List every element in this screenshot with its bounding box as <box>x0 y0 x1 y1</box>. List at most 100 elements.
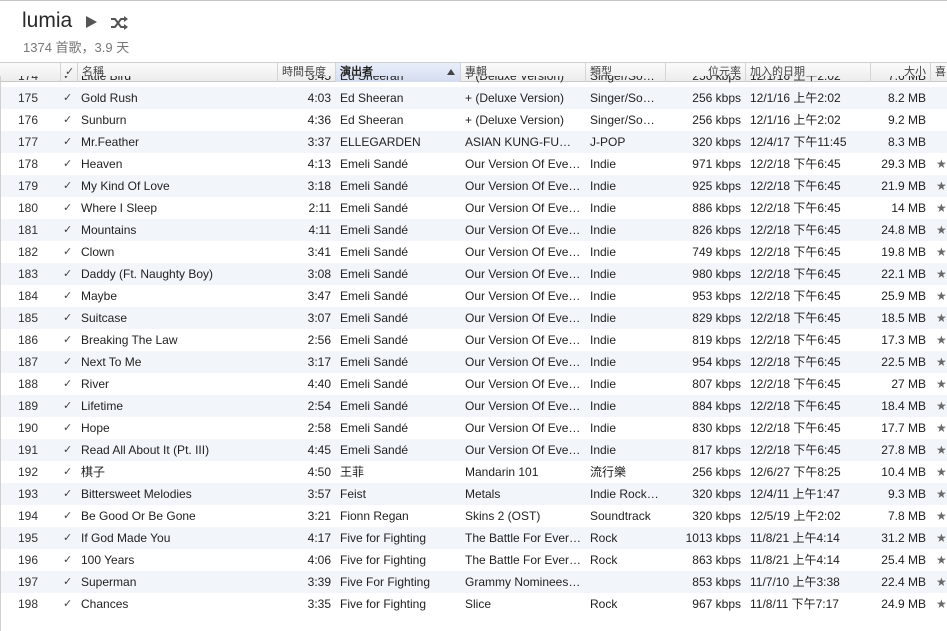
track-number: 191 <box>17 443 38 457</box>
check-mark-icon[interactable]: ✓ <box>63 241 75 263</box>
star-icon[interactable]: ★ <box>936 153 947 175</box>
star-icon[interactable]: ★ <box>936 549 947 571</box>
song-bitrate: 884 kbps <box>692 399 741 413</box>
star-icon[interactable]: ★ <box>936 175 947 197</box>
check-mark-icon[interactable]: ✓ <box>63 417 75 439</box>
table-row[interactable]: 178 ✓ Heaven 4:13 Emeli Sandé Our Version Of … <box>0 153 947 175</box>
star-icon[interactable]: ★ <box>936 285 947 307</box>
star-icon[interactable]: ★ <box>936 505 947 527</box>
check-mark-icon[interactable]: ✓ <box>63 593 75 615</box>
song-bitrate: 954 kbps <box>692 355 741 369</box>
star-icon[interactable]: ★ <box>936 483 947 505</box>
star-icon[interactable]: ★ <box>936 241 947 263</box>
table-row[interactable]: 193 ✓ Bittersweet Melodies 3:57 Feist Metals I… <box>0 483 947 505</box>
table-row[interactable]: 183 ✓ Daddy (Ft. Naughty Boy) 3:08 Emeli San… <box>0 263 947 285</box>
star-icon[interactable]: ★ <box>936 527 947 549</box>
check-mark-icon[interactable]: ✓ <box>63 109 75 131</box>
check-mark-icon[interactable]: ✓ <box>63 263 75 285</box>
star-icon[interactable]: ★ <box>936 417 947 439</box>
song-date-added: 11/8/21 上午4:14 <box>750 531 840 545</box>
song-genre: Rock <box>590 553 618 567</box>
check-mark-icon[interactable]: ✓ <box>63 329 75 351</box>
star-icon[interactable]: ★ <box>936 593 947 615</box>
table-row[interactable]: 198 ✓ Chances 3:35 Five for Fighting Slice Roc… <box>0 593 947 615</box>
check-mark-icon[interactable]: ✓ <box>63 461 75 483</box>
shuffle-icon[interactable] <box>109 13 129 33</box>
check-mark-icon[interactable]: ✓ <box>63 527 75 549</box>
check-mark-icon[interactable]: ✓ <box>63 483 75 505</box>
table-row[interactable]: 182 ✓ Clown 3:41 Emeli Sandé Our Version Of E… <box>0 241 947 263</box>
check-mark-icon[interactable]: ✓ <box>63 351 75 373</box>
check-mark-icon[interactable]: ✓ <box>63 571 75 593</box>
star-icon[interactable]: ★ <box>936 395 947 417</box>
check-mark-icon[interactable]: ✓ <box>63 505 75 527</box>
track-number: 198 <box>17 597 38 611</box>
song-artist: Fionn Regan <box>340 509 409 523</box>
song-date-added: 12/1/16 上午2:02 <box>750 113 841 127</box>
star-icon[interactable]: ★ <box>936 351 947 373</box>
table-row[interactable]: 191 ✓ Read All About It (Pt. III) 4:45 Emeli… <box>0 439 947 461</box>
check-mark-icon[interactable]: ✓ <box>63 285 75 307</box>
star-icon[interactable]: ★ <box>936 461 947 483</box>
check-mark-icon[interactable]: ✓ <box>63 307 75 329</box>
check-mark-icon[interactable]: ✓ <box>63 87 75 109</box>
song-date-added: 12/4/11 上午1:47 <box>750 487 840 501</box>
table-row[interactable]: 190 ✓ Hope 2:58 Emeli Sandé Our Version Of Ev… <box>0 417 947 439</box>
star-icon[interactable] <box>936 87 947 109</box>
check-mark-icon[interactable]: ✓ <box>63 549 75 571</box>
table-row[interactable]: 189 ✓ Lifetime 2:54 Emeli Sandé Our Version O… <box>0 395 947 417</box>
table-row[interactable]: 185 ✓ Suitcase 3:07 Emeli Sandé Our Version O… <box>0 307 947 329</box>
check-mark-icon[interactable]: ✓ <box>63 175 75 197</box>
song-album: Our Version Of Eve… <box>465 421 581 435</box>
check-mark-icon[interactable]: ✓ <box>63 76 75 87</box>
song-date-added: 12/2/18 下午6:45 <box>750 355 841 369</box>
check-mark-icon[interactable]: ✓ <box>63 373 75 395</box>
table-row[interactable]: 188 ✓ River 4:40 Emeli Sandé Our Version Of E… <box>0 373 947 395</box>
table-row[interactable]: 175 ✓ Gold Rush 4:03 Ed Sheeran + (Deluxe Ver… <box>0 87 947 109</box>
table-row[interactable]: 174 ✓ Little Bird 3:45 Ed Sheeran + (Deluxe V… <box>0 76 947 87</box>
star-icon[interactable] <box>936 109 947 131</box>
song-name: Where I Sleep <box>81 201 158 215</box>
song-duration: 3:07 <box>307 311 331 325</box>
check-mark-icon[interactable]: ✓ <box>63 219 75 241</box>
star-icon[interactable]: ★ <box>936 263 947 285</box>
star-icon[interactable]: ★ <box>936 373 947 395</box>
song-size: 14 MB <box>891 201 926 215</box>
table-row[interactable]: 176 ✓ Sunburn 4:36 Ed Sheeran + (Deluxe Versi… <box>0 109 947 131</box>
track-number: 185 <box>17 311 38 325</box>
star-icon[interactable]: ★ <box>936 197 947 219</box>
check-mark-icon[interactable]: ✓ <box>63 439 75 461</box>
table-row[interactable]: 197 ✓ Superman 3:39 Five For Fighting Grammy … <box>0 571 947 593</box>
table-row[interactable]: 196 ✓ 100 Years 4:06 Five for Fighting The Ba… <box>0 549 947 571</box>
star-icon[interactable]: ★ <box>936 307 947 329</box>
track-number: 184 <box>17 289 38 303</box>
star-icon[interactable] <box>936 76 947 87</box>
star-icon[interactable] <box>936 131 947 153</box>
table-row[interactable]: 179 ✓ My Kind Of Love 3:18 Emeli Sandé Our Ve… <box>0 175 947 197</box>
song-bitrate: 1013 kbps <box>685 531 741 545</box>
song-duration: 3:18 <box>307 179 331 193</box>
song-date-added: 12/2/18 下午6:45 <box>750 223 841 237</box>
play-icon[interactable] <box>86 16 97 28</box>
song-bitrate: 256 kbps <box>692 113 741 127</box>
song-size: 9.3 MB <box>887 487 926 501</box>
table-row[interactable]: 186 ✓ Breaking The Law 2:56 Emeli Sandé Our V… <box>0 329 947 351</box>
table-row[interactable]: 192 ✓ 棋子 4:50 王菲 Mandarin 101 流行樂 256 kbps 12/6/… <box>0 461 947 483</box>
check-mark-icon[interactable]: ✓ <box>63 131 75 153</box>
table-row[interactable]: 195 ✓ If God Made You 4:17 Five for Fighting… <box>0 527 947 549</box>
star-icon[interactable]: ★ <box>936 219 947 241</box>
check-mark-icon[interactable]: ✓ <box>63 197 75 219</box>
table-row[interactable]: 184 ✓ Maybe 3:47 Emeli Sandé Our Version Of E… <box>0 285 947 307</box>
song-list[interactable]: 174 ✓ Little Bird 3:45 Ed Sheeran + (Deluxe V… <box>0 76 947 631</box>
table-row[interactable]: 194 ✓ Be Good Or Be Gone 3:21 Fionn Regan Ski… <box>0 505 947 527</box>
check-mark-icon[interactable]: ✓ <box>63 395 75 417</box>
star-icon[interactable]: ★ <box>936 329 947 351</box>
song-bitrate: 817 kbps <box>692 443 741 457</box>
check-mark-icon[interactable]: ✓ <box>63 153 75 175</box>
table-row[interactable]: 181 ✓ Mountains 4:11 Emeli Sandé Our Version … <box>0 219 947 241</box>
table-row[interactable]: 180 ✓ Where I Sleep 2:11 Emeli Sandé Our Vers… <box>0 197 947 219</box>
star-icon[interactable]: ★ <box>936 439 947 461</box>
star-icon[interactable]: ★ <box>936 571 947 593</box>
table-row[interactable]: 187 ✓ Next To Me 3:17 Emeli Sandé Our Version… <box>0 351 947 373</box>
table-row[interactable]: 177 ✓ Mr.Feather 3:37 ELLEGARDEN ASIAN KUNG-F… <box>0 131 947 153</box>
